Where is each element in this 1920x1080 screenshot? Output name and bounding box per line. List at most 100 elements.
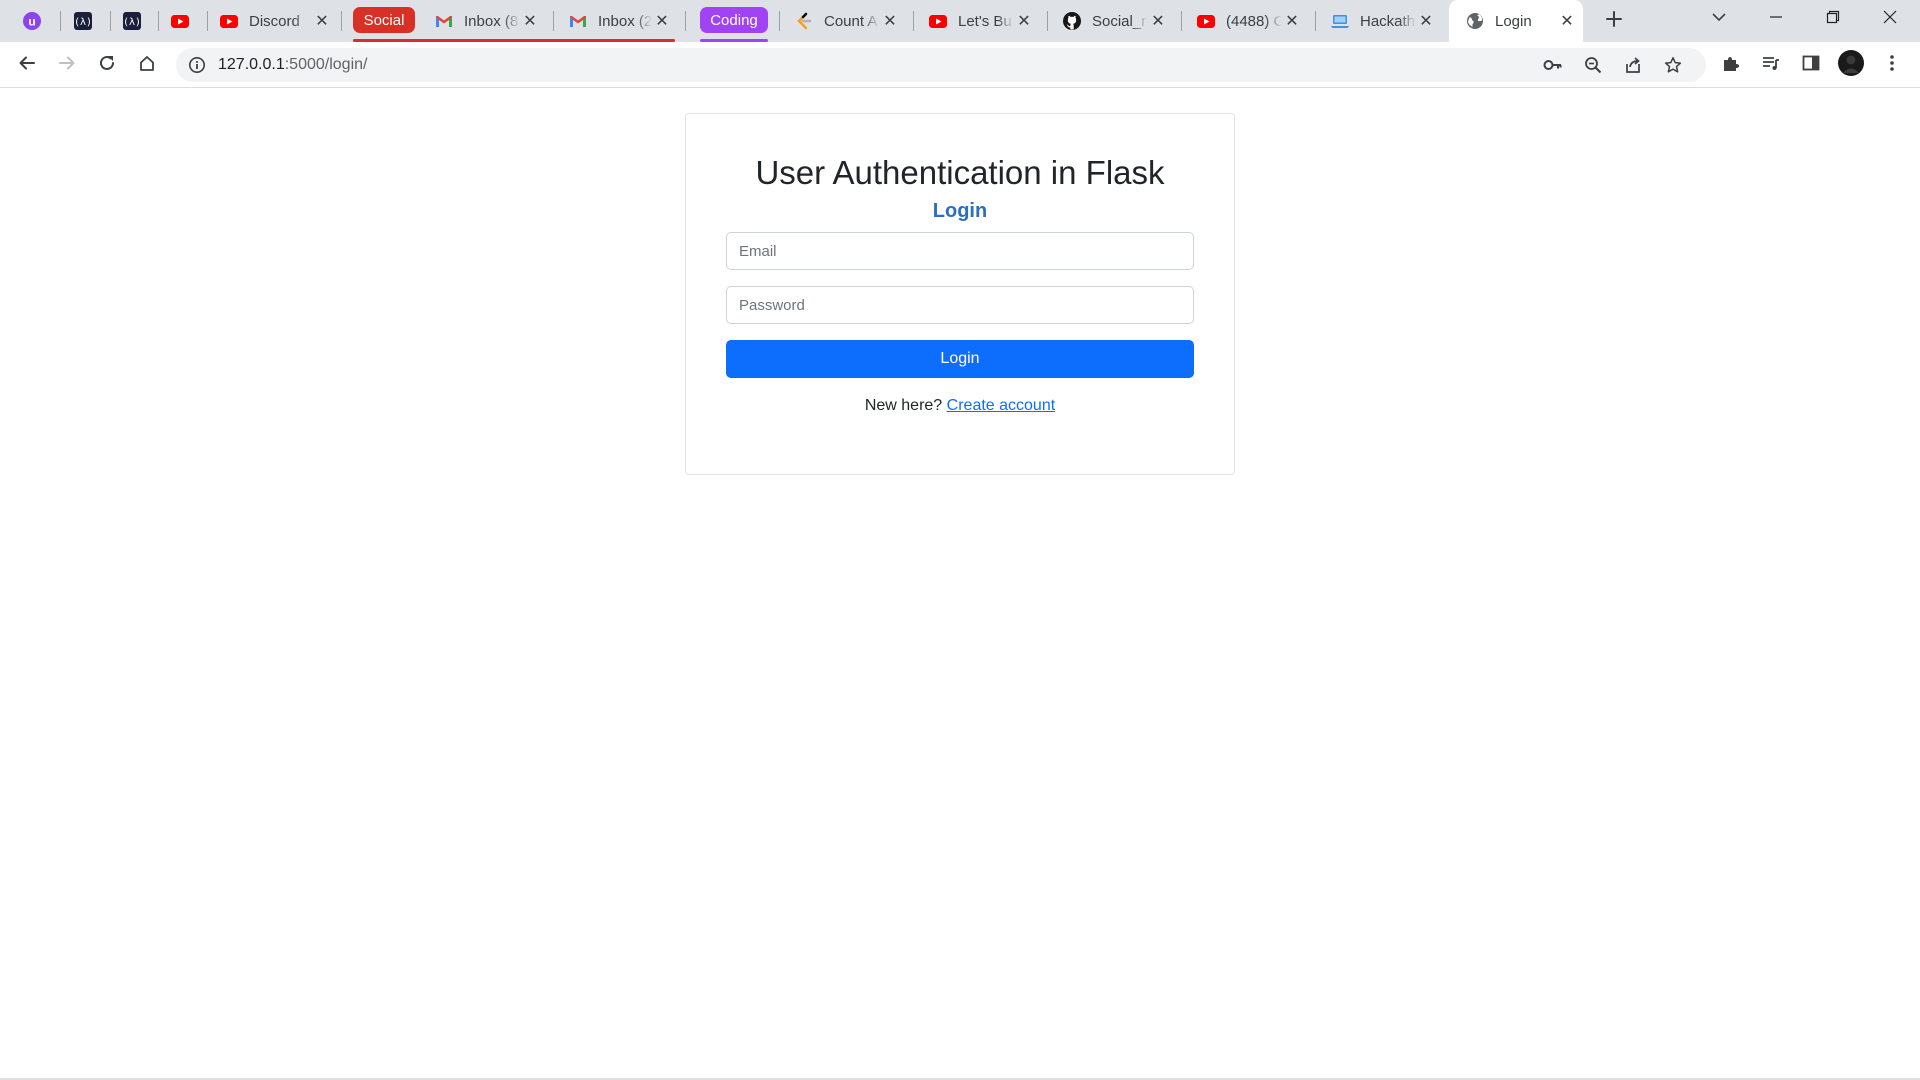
close-icon: [1883, 10, 1897, 29]
address-bar[interactable]: 127.0.0.1:5000/login/: [176, 48, 1706, 82]
url-host: 127.0.0.1: [218, 56, 285, 73]
close-tab-icon[interactable]: ✕: [520, 11, 540, 31]
tab-separator: [1047, 11, 1048, 31]
tab-separator: [341, 11, 342, 31]
tab-count[interactable]: Count A ✕: [794, 0, 906, 42]
media-playlist-icon: [1762, 54, 1780, 77]
tab-login-active[interactable]: Login ✕: [1449, 0, 1583, 42]
close-tab-icon[interactable]: ✕: [312, 11, 332, 31]
bookmark-star-icon[interactable]: [1664, 56, 1682, 79]
close-tab-icon[interactable]: ✕: [1282, 11, 1302, 31]
tab-separator: [553, 11, 554, 31]
globe-icon: [1465, 11, 1485, 31]
tab-title: Login: [1495, 12, 1532, 30]
signup-prompt: New here? Create account: [686, 397, 1234, 415]
tab-title: Social_n: [1092, 12, 1148, 30]
arrow-right-icon: [58, 54, 76, 77]
tab-separator: [60, 11, 61, 31]
tab-search-button[interactable]: [1689, 0, 1749, 38]
side-panel-icon: [1802, 54, 1820, 77]
create-account-link[interactable]: Create account: [947, 397, 1056, 414]
svg-text:u: u: [28, 15, 35, 29]
share-icon[interactable]: [1624, 56, 1642, 79]
profile-button[interactable]: [1835, 49, 1867, 81]
url-path: :5000/login/: [284, 56, 368, 73]
form-subtitle: Login: [932, 200, 988, 222]
code-logo-icon: (λ): [73, 11, 93, 31]
close-window-button[interactable]: [1860, 0, 1920, 38]
tab-title: Inbox (8: [464, 12, 519, 30]
key-icon[interactable]: [1543, 56, 1563, 79]
tab-code-1[interactable]: (λ): [73, 0, 99, 42]
zoom-out-icon[interactable]: [1584, 56, 1602, 79]
close-tab-icon[interactable]: ✕: [1557, 11, 1577, 31]
svg-text:(λ): (λ): [123, 17, 141, 28]
tab-title: Count A: [824, 12, 878, 30]
tab-group-label: Social: [363, 11, 405, 29]
close-tab-icon[interactable]: ✕: [1416, 11, 1436, 31]
gmail-icon: [568, 11, 588, 31]
email-input[interactable]: [726, 232, 1194, 270]
reading-list-button[interactable]: [1755, 49, 1787, 81]
minimize-button[interactable]: [1746, 0, 1806, 38]
reload-icon: [98, 54, 116, 77]
tab-youtube[interactable]: [170, 0, 196, 42]
tab-group-label: Coding: [710, 11, 758, 29]
tab-discord[interactable]: Discord ✕: [219, 0, 338, 42]
minimize-icon: [1769, 10, 1783, 29]
close-tab-icon[interactable]: ✕: [880, 11, 900, 31]
svg-text:(λ): (λ): [74, 17, 92, 28]
login-button[interactable]: Login: [726, 340, 1194, 378]
tab-title: (4488) C: [1226, 12, 1282, 30]
extensions-button[interactable]: [1715, 49, 1747, 81]
youtube-icon: [1196, 11, 1216, 31]
puzzle-icon: [1722, 54, 1740, 77]
back-button[interactable]: [11, 49, 43, 81]
chevron-down-icon: [1711, 9, 1727, 30]
tab-separator: [110, 11, 111, 31]
u-circle-icon: u: [22, 11, 42, 31]
arrow-left-icon: [18, 54, 36, 77]
tab-group-coding[interactable]: Coding: [700, 7, 768, 33]
tab-separator: [158, 11, 159, 31]
tab-github[interactable]: Social_n ✕: [1062, 0, 1174, 42]
tab-separator: [1315, 11, 1316, 31]
reload-button[interactable]: [91, 49, 123, 81]
youtube-icon: [170, 11, 190, 31]
page-title: User Authentication in Flask: [755, 154, 1165, 191]
code-logo-icon: (λ): [122, 11, 142, 31]
url-text[interactable]: 127.0.0.1:5000/login/: [218, 48, 367, 82]
tab-strip: u (λ) (λ) Discord ✕ Social Inbox (8 ✕ In…: [0, 0, 1920, 42]
close-tab-icon[interactable]: ✕: [652, 11, 672, 31]
close-tab-icon[interactable]: ✕: [1148, 11, 1168, 31]
tab-title: Hackath: [1360, 12, 1416, 30]
tab-lets-build[interactable]: Let's Bu ✕: [928, 0, 1040, 42]
password-input[interactable]: [726, 286, 1194, 324]
github-icon: [1062, 11, 1082, 31]
restore-button[interactable]: [1803, 0, 1863, 38]
new-tab-button[interactable]: [1596, 0, 1632, 42]
tab-u[interactable]: u: [22, 0, 48, 42]
tab-separator: [1181, 11, 1182, 31]
close-tab-icon[interactable]: ✕: [1014, 11, 1034, 31]
browser-toolbar: 127.0.0.1:5000/login/: [0, 42, 1920, 88]
tab-group-social[interactable]: Social: [353, 7, 415, 33]
info-icon[interactable]: [188, 56, 206, 79]
tab-code-2[interactable]: (λ): [122, 0, 148, 42]
tab-separator: [685, 11, 686, 31]
tab-youtube-home[interactable]: (4488) C ✕: [1196, 0, 1308, 42]
kebab-menu-icon: [1889, 54, 1895, 77]
forward-button[interactable]: [51, 49, 83, 81]
tab-inbox-2[interactable]: Inbox (2 ✕: [568, 0, 678, 42]
plus-icon: [1605, 10, 1623, 32]
menu-button[interactable]: [1876, 49, 1908, 81]
tab-separator: [207, 11, 208, 31]
tab-hackathon[interactable]: Hackath ✕: [1330, 0, 1442, 42]
home-button[interactable]: [131, 49, 163, 81]
side-panel-button[interactable]: [1795, 49, 1827, 81]
tab-separator: [779, 11, 780, 31]
tab-title: Discord: [249, 12, 300, 30]
leetcode-icon: [794, 11, 814, 31]
laptop-icon: [1330, 11, 1350, 31]
tab-inbox-1[interactable]: Inbox (8 ✕: [434, 0, 546, 42]
